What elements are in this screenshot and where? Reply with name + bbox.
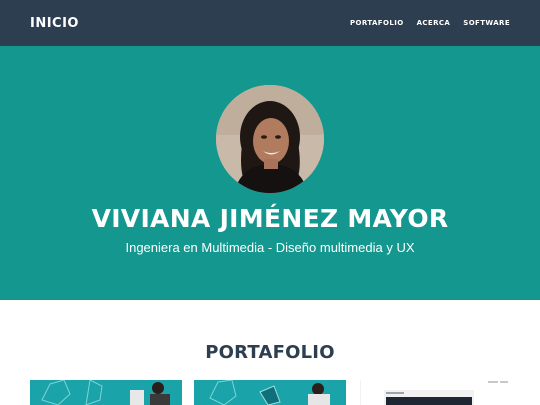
portfolio-thumbnail-2: [194, 380, 346, 405]
portfolio-section-title: PORTAFOLIO: [205, 342, 335, 363]
nav-links: PORTAFOLIO ACERCA SOFTWARE: [350, 19, 510, 27]
portfolio-item-2[interactable]: [194, 380, 346, 405]
masthead: VIVIANA JIMÉNEZ MAYOR Ingeniera en Multi…: [0, 46, 540, 300]
portfolio-thumbnail-3: [360, 380, 512, 405]
profile-photo: [216, 85, 324, 193]
portfolio-item-1[interactable]: [30, 380, 182, 405]
nav-link-software[interactable]: SOFTWARE: [463, 19, 510, 27]
masthead-subheading: Ingeniera en Multimedia - Diseño multime…: [125, 240, 415, 255]
nav-link-acerca[interactable]: ACERCA: [417, 19, 451, 27]
nav-link-portafolio[interactable]: PORTAFOLIO: [350, 19, 404, 27]
portfolio-item-3[interactable]: [360, 380, 512, 405]
profile-avatar: [216, 85, 324, 193]
brand-link[interactable]: INICIO: [30, 16, 79, 31]
portfolio-thumbnail-1: [30, 380, 182, 405]
navbar: INICIO PORTAFOLIO ACERCA SOFTWARE: [0, 0, 540, 46]
masthead-heading: VIVIANA JIMÉNEZ MAYOR: [91, 204, 449, 233]
